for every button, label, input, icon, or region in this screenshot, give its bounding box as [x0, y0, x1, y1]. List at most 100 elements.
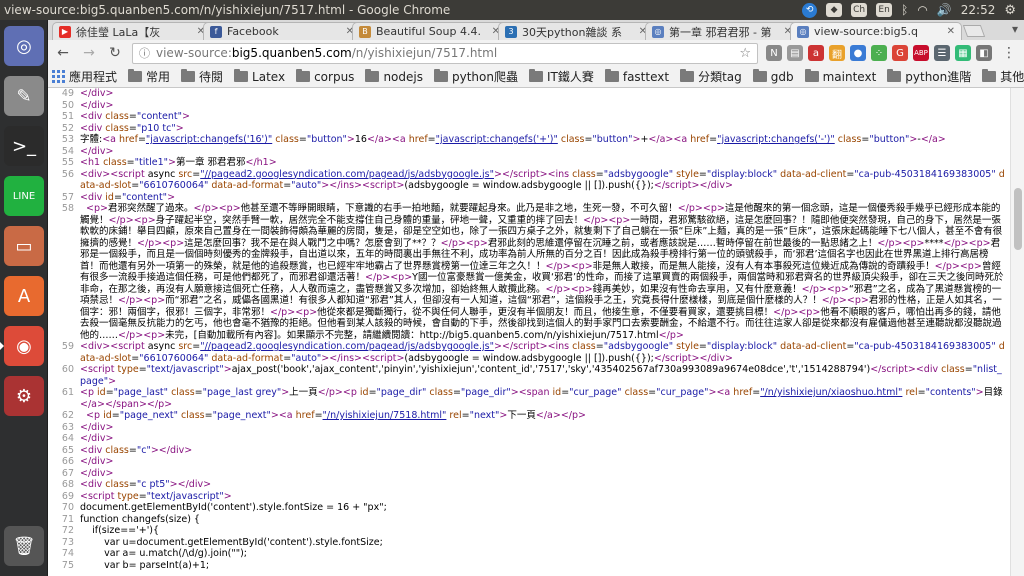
updates-icon[interactable]: ⟲ — [802, 2, 818, 18]
bookmark-folder[interactable]: corpus — [296, 69, 354, 84]
file-manager-icon[interactable]: ▭ — [4, 226, 44, 266]
line-code: <script type="text/javascript">ajax_post… — [80, 364, 1002, 387]
line-code: <div class="content"> — [80, 111, 190, 122]
bookmark-star-icon[interactable]: ☆ — [739, 46, 751, 61]
menu-extension-icon[interactable]: ☰ — [934, 45, 950, 61]
more-extension-icon[interactable]: ◧ — [976, 45, 992, 61]
folder-icon — [604, 69, 619, 82]
bookmark-apps-label: 應用程式 — [69, 70, 118, 84]
chrome-icon[interactable]: ◉ — [0, 326, 44, 366]
source-line: 70 document.getElementById('content').sty… — [48, 502, 1010, 514]
wifi-icon[interactable]: ◠ — [917, 3, 927, 17]
scrollbar-thumb[interactable] — [1014, 188, 1022, 250]
line-code: </div> — [80, 433, 114, 444]
blue-extension-icon[interactable]: ● — [850, 45, 866, 61]
source-view[interactable]: 49 </div> 50 </div> 51 <div class="content"> 5… — [48, 88, 1010, 576]
text-editor-icon[interactable]: ✎ — [4, 76, 44, 116]
line-number: 63 — [61, 421, 74, 433]
page-info-icon[interactable]: ⓘ — [139, 45, 150, 61]
url-scheme: view-source: — [156, 46, 232, 60]
tab-label: view-source:big5.q — [814, 25, 919, 38]
bluetooth-icon[interactable]: ᛒ — [901, 3, 908, 17]
dropbox-icon[interactable]: ◆ — [826, 3, 843, 17]
forward-button[interactable]: → — [80, 44, 98, 62]
browser-tab[interactable]: B Beautiful Soup 4.4. ✕ — [352, 22, 507, 40]
source-line: 53 字體:<a href="javascript:changefs('16')"… — [48, 134, 1010, 146]
line-number: 71 — [61, 513, 74, 525]
new-tab-button[interactable] — [962, 25, 986, 37]
clock[interactable]: 22:52 — [961, 3, 996, 17]
browser-tab[interactable]: ◎ view-source:big5.q ✕ — [790, 22, 962, 40]
tab-label: 第一章 邪君君邪 - 第 — [669, 25, 772, 39]
apps-grid-icon — [52, 70, 65, 83]
bookmark-folder[interactable]: python進階 — [887, 68, 971, 85]
line-number: 66 — [61, 456, 74, 467]
bookmark-folder[interactable]: Latex — [234, 69, 285, 84]
volume-icon[interactable]: 🔊 — [937, 3, 952, 17]
line-number: 68 — [61, 479, 74, 490]
tab-close-icon[interactable]: ✕ — [947, 26, 955, 37]
abp-extension-icon[interactable]: ABP — [913, 45, 929, 61]
bookmark-folder[interactable]: IT鐵人賽 — [528, 68, 594, 85]
trash-icon[interactable]: 🗑 — [4, 526, 44, 566]
terminal-icon[interactable]: >_ — [4, 126, 44, 166]
dictionary-extension-icon[interactable]: 翻 — [829, 45, 845, 61]
line-number: 54 — [61, 145, 74, 157]
source-line: 61 <p id="page_last" class="page_last gre… — [48, 387, 1010, 410]
tab-favicon-icon: ◎ — [797, 25, 809, 38]
vertical-scrollbar[interactable] — [1010, 88, 1024, 576]
profile-icon[interactable]: ▾ — [1012, 22, 1018, 36]
browser-toolbar: ← → ↻ ⓘ view-source: big5.quanben5.com /… — [48, 40, 1024, 66]
bookmark-folder[interactable]: 分類tag — [680, 68, 742, 85]
chrome-menu-icon[interactable]: ⋮ — [1000, 44, 1018, 62]
tab-favicon-icon: ◎ — [652, 25, 664, 38]
tab-label: 徐佳瑩 LaLa【灰 — [76, 25, 161, 39]
line-code: <div id="content"> — [80, 191, 176, 203]
source-line: 68 <div class="c pt5"></div> — [48, 479, 1010, 491]
address-bar[interactable]: ⓘ view-source: big5.quanben5.com /n/yish… — [132, 42, 758, 64]
reload-button[interactable]: ↻ — [106, 44, 124, 62]
tab-favicon-icon: B — [359, 25, 371, 38]
google-extension-icon[interactable]: G — [892, 45, 908, 61]
line-number: 50 — [61, 99, 74, 111]
extension-bar: N ▤ a 翻 ● ⁘ G ABP ☰ ▦ ◧ — [766, 45, 992, 61]
nextjump-extension-icon[interactable]: N — [766, 45, 782, 61]
line-code: </div> — [80, 88, 114, 99]
bookmark-folder[interactable]: 常用 — [128, 68, 170, 85]
bookmark-folder[interactable]: fasttext — [604, 69, 669, 84]
line-code: if(size=='+'){ — [80, 525, 160, 536]
keyboard-layout-icon[interactable]: En — [876, 3, 893, 17]
bookmark-folder[interactable]: maintext — [804, 69, 877, 84]
dots-extension-icon[interactable]: ⁘ — [871, 45, 887, 61]
power-gear-icon[interactable]: ⚙ — [1004, 3, 1016, 18]
bookmark-folder[interactable]: nodejs — [365, 69, 423, 84]
bookmark-other[interactable]: 其他書籤 — [982, 68, 1024, 85]
browser-tab[interactable]: ◎ 第一章 邪君君邪 - 第 ✕ — [645, 22, 799, 40]
folder-icon — [680, 69, 695, 82]
system-settings-icon[interactable]: ⚙ — [4, 376, 44, 416]
bookmark-folder[interactable]: gdb — [752, 69, 794, 84]
reader-extension-icon[interactable]: ▤ — [787, 45, 803, 61]
line-number: 49 — [61, 88, 74, 99]
bookmark-folder-label: maintext — [822, 69, 877, 84]
line-app-icon[interactable]: LINE — [4, 176, 44, 216]
browser-tab[interactable]: ▶ 徐佳瑩 LaLa【灰 ✕ — [52, 22, 212, 40]
bookmark-apps[interactable]: 應用程式 — [52, 68, 117, 85]
source-line: 71 function changefs(size) { — [48, 514, 1010, 526]
ubuntu-dash-icon[interactable]: ◎ — [4, 26, 44, 66]
browser-tab[interactable]: 3 30天python雜談 系 ✕ — [498, 22, 654, 40]
bookmark-folder-label: IT鐵人賽 — [546, 70, 594, 84]
grammar-extension-icon[interactable]: a — [808, 45, 824, 61]
line-number: 51 — [61, 111, 74, 122]
bookmark-folder[interactable]: python爬蟲 — [433, 68, 518, 85]
chart-extension-icon[interactable]: ▦ — [955, 45, 971, 61]
browser-tab[interactable]: f Facebook ✕ — [203, 22, 361, 40]
tab-favicon-icon: ▶ — [59, 25, 71, 38]
bookmark-folder[interactable]: 待閱 — [181, 68, 223, 85]
tab-favicon-icon: f — [210, 25, 222, 38]
line-number: 67 — [61, 467, 74, 479]
input-method-icon[interactable]: Ch — [851, 3, 868, 17]
software-center-icon[interactable]: A — [4, 276, 44, 316]
back-button[interactable]: ← — [54, 44, 72, 62]
folder-icon — [234, 69, 249, 82]
